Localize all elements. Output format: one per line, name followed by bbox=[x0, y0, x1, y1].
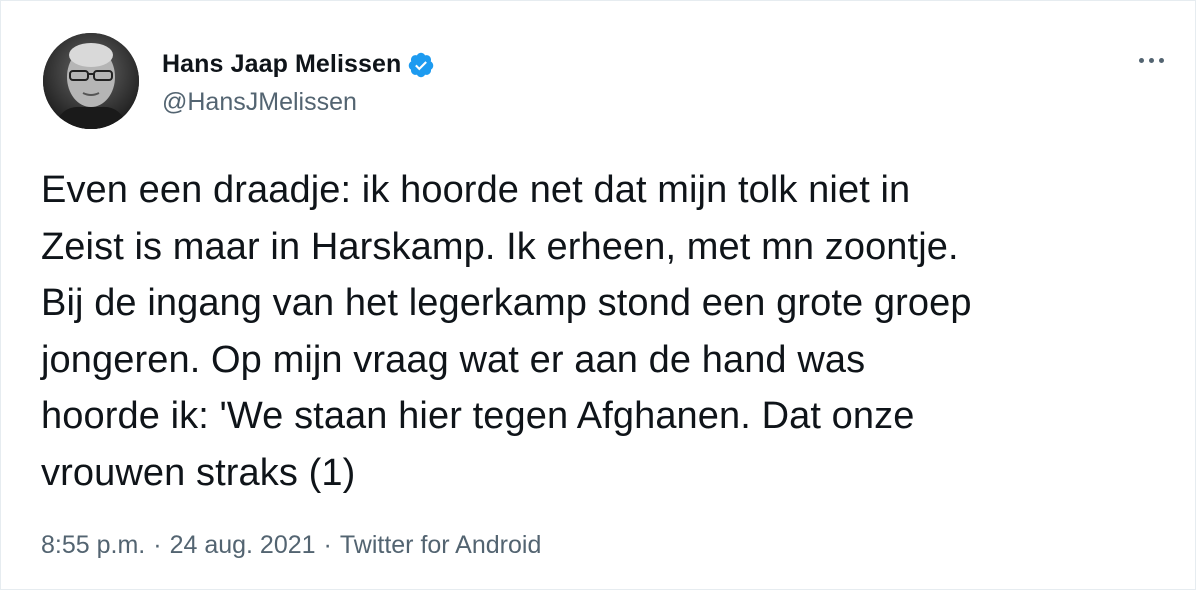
tweet-source[interactable]: Twitter for Android bbox=[340, 531, 541, 560]
verified-badge-icon bbox=[407, 51, 435, 79]
tweet-header: Hans Jaap Melissen @HansJMelissen bbox=[43, 33, 435, 129]
meta-separator: · bbox=[153, 531, 162, 559]
tweet-text: Even een draadje: ik hoorde net dat mijn… bbox=[41, 169, 972, 494]
tweet-date[interactable]: 24 aug. 2021 bbox=[170, 531, 316, 560]
more-horizontal-icon bbox=[1138, 57, 1144, 63]
more-horizontal-icon-dot bbox=[1158, 57, 1164, 63]
tweet-card: Hans Jaap Melissen @HansJMelissen Even e… bbox=[0, 0, 1196, 590]
more-options-button[interactable] bbox=[1131, 45, 1171, 75]
avatar[interactable] bbox=[43, 33, 139, 129]
avatar-photo-icon bbox=[43, 33, 139, 129]
tweet-meta: 8:55 p.m. · 24 aug. 2021 · Twitter for A… bbox=[41, 531, 541, 560]
display-name[interactable]: Hans Jaap Melissen bbox=[162, 50, 401, 79]
tweet-time[interactable]: 8:55 p.m. bbox=[41, 531, 145, 560]
user-handle[interactable]: @HansJMelissen bbox=[162, 88, 435, 117]
name-row: Hans Jaap Melissen bbox=[162, 46, 435, 84]
more-horizontal-icon-dot bbox=[1148, 57, 1154, 63]
author-names: Hans Jaap Melissen @HansJMelissen bbox=[162, 46, 435, 117]
meta-separator: · bbox=[323, 531, 332, 559]
